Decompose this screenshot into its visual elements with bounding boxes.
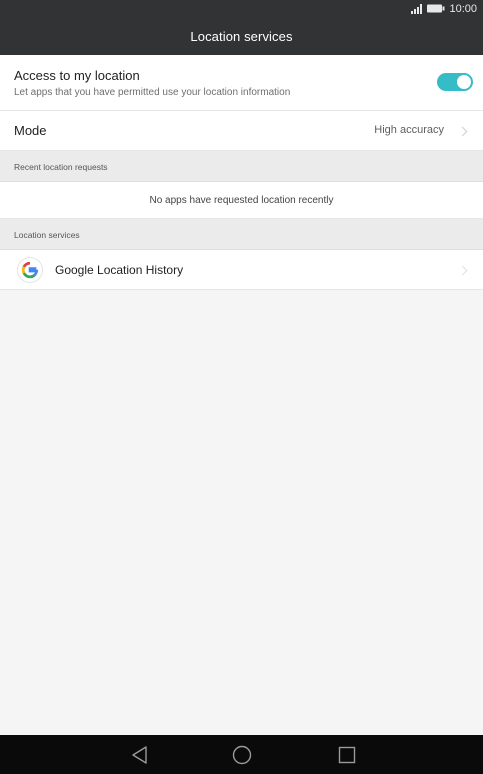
mode-label: Mode — [14, 123, 47, 138]
status-indicators: 10:00 — [411, 2, 477, 15]
mode-row[interactable]: Mode High accuracy — [0, 111, 483, 151]
app-bar: Location services — [0, 17, 483, 55]
access-location-toggle[interactable] — [437, 73, 473, 91]
section-header-text: Location services — [14, 230, 80, 240]
battery-icon — [427, 4, 445, 13]
location-services-header: Location services — [0, 219, 483, 250]
chevron-right-icon — [457, 265, 468, 276]
google-icon — [18, 258, 42, 282]
google-location-history-label: Google Location History — [55, 263, 184, 277]
empty-state-text: No apps have requested location recently — [149, 195, 334, 206]
back-icon[interactable] — [129, 744, 151, 766]
mode-value: High accuracy — [374, 124, 444, 136]
home-icon[interactable] — [231, 744, 253, 766]
toggle-knob — [457, 75, 471, 89]
access-location-subtitle: Let apps that you have permitted use you… — [14, 87, 291, 98]
recent-apps-icon[interactable] — [336, 744, 358, 766]
signal-icon — [411, 3, 423, 14]
clock: 10:00 — [449, 2, 477, 15]
access-location-title: Access to my location — [14, 68, 140, 83]
google-location-history-row[interactable]: Google Location History — [0, 250, 483, 290]
page-title: Location services — [190, 28, 293, 44]
recent-requests-empty: No apps have requested location recently — [0, 182, 483, 219]
chevron-right-icon — [457, 126, 468, 137]
section-header-text: Recent location requests — [14, 162, 108, 172]
access-location-row[interactable]: Access to my location Let apps that you … — [0, 55, 483, 111]
settings-list: Access to my location Let apps that you … — [0, 55, 483, 290]
navigation-bar — [0, 735, 483, 774]
status-bar: 10:00 — [0, 0, 483, 17]
recent-requests-header: Recent location requests — [0, 151, 483, 182]
